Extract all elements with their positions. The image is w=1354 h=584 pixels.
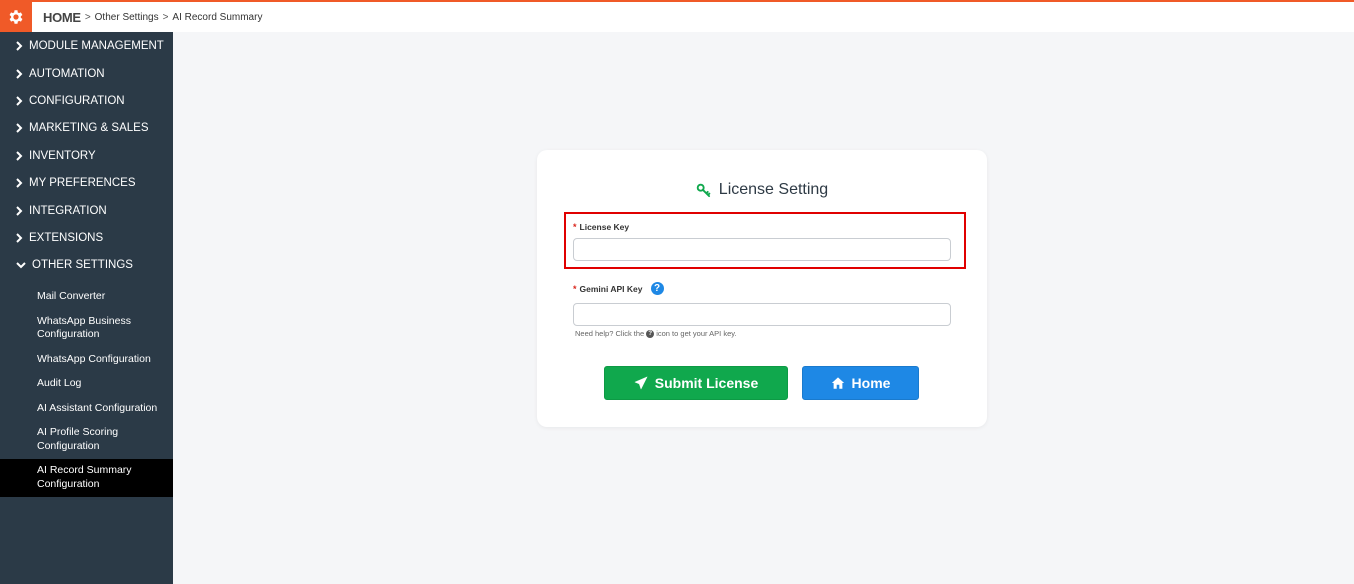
license-key-label-text: License Key	[579, 222, 630, 232]
license-card: License Setting * License Key * Gemini A…	[537, 150, 987, 427]
hint-suffix: icon to get your API key.	[656, 329, 737, 338]
sidebar-subitem-ai-assistant[interactable]: AI Assistant Configuration	[0, 397, 173, 422]
sidebar-item-my-preferences[interactable]: MY PREFERENCES	[0, 169, 173, 196]
sidebar-subitem-audit-log[interactable]: Audit Log	[0, 372, 173, 397]
required-mark: *	[573, 283, 577, 294]
sidebar-subitem-ai-profile-scoring[interactable]: AI Profile Scoring Configuration	[0, 421, 173, 459]
breadcrumb: HOME > Other Settings > AI Record Summar…	[43, 10, 262, 25]
sidebar-item-label: AUTOMATION	[29, 67, 105, 80]
breadcrumb-current: AI Record Summary	[172, 11, 263, 23]
sidebar: MODULE MANAGEMENT AUTOMATION CONFIGURATI…	[0, 32, 173, 584]
home-button[interactable]: Home	[802, 366, 919, 400]
chevron-right-icon	[16, 205, 23, 216]
sidebar-subitem-ai-record-summary[interactable]: AI Record Summary Configuration	[0, 459, 173, 498]
chevron-right-icon	[16, 151, 23, 161]
sidebar-item-label: MY PREFERENCES	[29, 177, 136, 190]
sidebar-item-label: EXTENSIONS	[29, 231, 104, 244]
required-mark: *	[573, 222, 577, 232]
breadcrumb-separator: >	[84, 11, 91, 23]
paper-plane-icon	[634, 376, 648, 390]
breadcrumb-home[interactable]: HOME	[43, 10, 81, 25]
license-key-input[interactable]	[573, 238, 951, 261]
top-bar: HOME > Other Settings > AI Record Summar…	[0, 0, 1354, 32]
license-key-label: * License Key	[573, 222, 629, 232]
breadcrumb-separator: >	[162, 11, 169, 23]
sidebar-item-other-settings[interactable]: OTHER SETTINGS	[0, 252, 173, 279]
breadcrumb-other-settings[interactable]: Other Settings	[95, 12, 159, 23]
card-title: License Setting	[537, 181, 987, 199]
sidebar-subitem-whatsapp-configuration[interactable]: WhatsApp Configuration	[0, 348, 173, 373]
chevron-right-icon	[16, 68, 23, 79]
chevron-right-icon	[16, 178, 23, 188]
sidebar-subitem-whatsapp-business[interactable]: WhatsApp Business Configuration	[0, 310, 173, 348]
help-hint: Need help? Click the ? icon to get your …	[575, 329, 737, 338]
sidebar-item-integration[interactable]: INTEGRATION	[0, 197, 173, 224]
key-icon	[696, 183, 711, 197]
gemini-api-key-label: * Gemini API Key ?	[573, 282, 664, 295]
sidebar-item-extensions[interactable]: EXTENSIONS	[0, 224, 173, 251]
settings-gear-button[interactable]	[0, 2, 32, 32]
sidebar-item-inventory[interactable]: INVENTORY	[0, 142, 173, 169]
sidebar-item-label: INVENTORY	[29, 149, 96, 162]
main-content: License Setting * License Key * Gemini A…	[173, 32, 1354, 584]
gear-icon	[9, 10, 23, 24]
sidebar-subitem-mail-converter[interactable]: Mail Converter	[0, 285, 173, 310]
chevron-right-icon	[16, 233, 23, 243]
chevron-right-icon	[16, 41, 23, 51]
submit-license-label: Submit License	[654, 375, 759, 391]
home-icon	[831, 377, 844, 389]
other-settings-submenu: Mail Converter WhatsApp Business Configu…	[0, 285, 173, 498]
sidebar-item-label: INTEGRATION	[29, 204, 107, 217]
submit-license-button[interactable]: Submit License	[604, 366, 788, 400]
help-icon-small: ?	[646, 329, 655, 338]
sidebar-item-label: OTHER SETTINGS	[32, 259, 133, 272]
home-button-label: Home	[851, 375, 891, 391]
gemini-api-key-label-text: Gemini API Key	[579, 283, 643, 294]
sidebar-item-label: MARKETING & SALES	[29, 122, 149, 135]
card-title-text: License Setting	[718, 181, 829, 198]
help-icon[interactable]: ?	[650, 282, 664, 295]
hint-prefix: Need help? Click the	[575, 329, 645, 338]
chevron-down-icon	[16, 262, 26, 269]
sidebar-item-module-management[interactable]: MODULE MANAGEMENT	[0, 33, 173, 60]
sidebar-item-marketing-sales[interactable]: MARKETING & SALES	[0, 115, 173, 142]
chevron-right-icon	[16, 123, 23, 134]
gemini-api-key-input[interactable]	[573, 303, 951, 326]
sidebar-item-label: MODULE MANAGEMENT	[29, 40, 164, 53]
sidebar-item-automation[interactable]: AUTOMATION	[0, 60, 173, 87]
sidebar-item-label: CONFIGURATION	[29, 94, 125, 107]
sidebar-item-configuration[interactable]: CONFIGURATION	[0, 87, 173, 114]
chevron-right-icon	[16, 96, 23, 106]
